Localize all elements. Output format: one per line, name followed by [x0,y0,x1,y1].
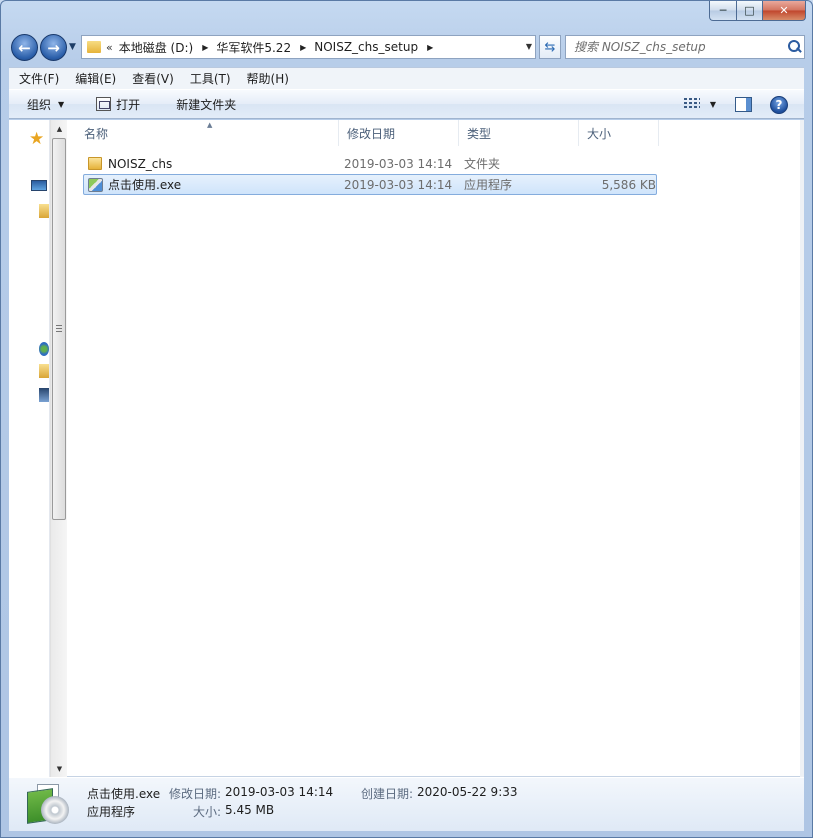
sort-up-icon: ▲ [207,121,213,129]
chevron-down-icon: ▼ [58,99,65,109]
breadcrumb-item-folder[interactable]: 华军软件5.22 [216,39,291,56]
recent-pages-dropdown[interactable]: ▼ [69,42,79,52]
column-size[interactable]: 大小 [579,120,659,146]
detail-created-value: 2020-05-22 9:33 [417,785,518,799]
command-bar: 组织 ▼ 打开 新建文件夹 ▼ ? [9,89,804,119]
breadcrumb: 本地磁盘 (D:) ▶ 华军软件5.22 ▶ NOISZ_chs_setup ▶ [119,39,442,56]
back-button[interactable]: ← [11,34,38,61]
refresh-button[interactable]: ⇆ [539,35,561,59]
grip-icon [56,325,62,332]
column-type-label: 类型 [467,126,492,141]
application-icon [88,177,103,192]
detail-modified-value: 2019-03-03 14:14 [225,785,334,799]
menu-bar: 文件(F) 编辑(E) 查看(V) 工具(T) 帮助(H) [9,67,804,89]
file-size: 5,586 KB [601,177,656,192]
detail-modified-label: 修改日期: [169,787,222,801]
file-name-cell: NOISZ_chs [84,157,344,171]
maximize-button[interactable]: □ [736,1,762,21]
navigation-pane: ★ [9,120,50,777]
folder-icon [87,41,101,53]
computer-icon[interactable] [39,388,49,402]
menu-help[interactable]: 帮助(H) [239,70,297,87]
chevron-right-icon[interactable]: ▶ [427,43,433,52]
table-row[interactable]: 点击使用.exe 2019-03-03 14:14 应用程序 5,586 KB [83,174,657,195]
search-box [565,35,805,59]
help-icon[interactable]: ? [770,96,788,114]
search-input[interactable] [566,40,784,54]
search-icon[interactable] [784,37,804,57]
installer-icon [25,782,71,828]
breadcrumb-item-current[interactable]: NOISZ_chs_setup [314,40,418,54]
open-label: 打开 [116,97,141,112]
column-name[interactable]: 名称 ▲ [77,120,339,146]
menu-tools[interactable]: 工具(T) [182,70,239,87]
file-date: 2019-03-03 14:14 [344,177,453,192]
forward-button[interactable]: → [40,34,67,61]
address-bar[interactable]: « 本地磁盘 (D:) ▶ 华军软件5.22 ▶ NOISZ_chs_setup… [81,35,536,59]
column-date[interactable]: 修改日期 [339,120,459,146]
new-folder-label: 新建文件夹 [176,97,237,112]
file-list: 名称 ▲ 修改日期 类型 大小 NOISZ_chs 2019-03-03 14:… [69,120,804,777]
folder-icon [88,157,102,170]
detail-size-label: 大小: [193,805,222,819]
column-size-label: 大小 [587,126,612,141]
file-type: 应用程序 [464,178,513,192]
file-name-cell: 点击使用.exe [84,176,344,193]
detail-size-value: 5.45 MB [225,803,275,817]
new-folder-button[interactable]: 新建文件夹 [176,92,236,116]
caption-buttons: ─ □ ✕ [709,1,806,21]
menu-file[interactable]: 文件(F) [11,70,67,87]
navpane-scrollbar[interactable]: ▲ ▼ [50,120,67,777]
desktop-icon[interactable] [31,180,47,191]
file-name: NOISZ_chs [108,156,173,171]
open-icon [96,97,112,111]
detail-created-label: 创建日期: [361,787,414,801]
favorites-star-icon[interactable]: ★ [29,131,45,148]
navigation-bar: ← → ▼ « 本地磁盘 (D:) ▶ 华军软件5.22 ▶ NOISZ_chs… [9,33,805,61]
view-dropdown-icon[interactable]: ▼ [710,100,716,109]
column-type[interactable]: 类型 [459,120,579,146]
chevron-right-icon[interactable]: ▶ [300,43,306,52]
scroll-up-icon[interactable]: ▲ [51,120,68,137]
edge-divider [800,120,804,777]
refresh-icon: ⇆ [544,39,556,55]
file-date: 2019-03-03 14:14 [344,156,453,171]
file-type: 文件夹 [464,157,501,171]
organize-button[interactable]: 组织 ▼ [27,92,64,116]
file-name: 点击使用.exe [108,178,182,192]
menu-view[interactable]: 查看(V) [124,70,182,87]
open-button[interactable]: 打开 [96,92,140,116]
arrow-right-icon: → [47,38,60,57]
scroll-down-icon[interactable]: ▼ [51,760,68,777]
arrow-left-icon: ← [18,38,31,57]
breadcrumb-item-drive[interactable]: 本地磁盘 (D:) [119,39,193,56]
library-icon[interactable] [39,204,49,218]
preview-pane-icon[interactable] [735,97,752,112]
address-dropdown-icon[interactable]: ▼ [526,42,532,51]
minimize-button[interactable]: ─ [709,1,736,21]
column-date-label: 修改日期 [347,126,396,141]
content-area: ★ ▲ ▼ 名称 ▲ 修改日期 类型 大小 NOISZ_chs 2019-03-… [9,120,804,777]
homegroup-icon[interactable] [39,342,49,356]
explorer-window: ─ □ ✕ ← → ▼ « 本地磁盘 (D:) ▶ 华军软件5.22 ▶ NOI… [0,0,813,838]
close-button[interactable]: ✕ [762,1,806,21]
organize-label: 组织 [27,97,52,112]
scrollbar-thumb[interactable] [52,138,66,520]
table-row[interactable]: NOISZ_chs 2019-03-03 14:14 文件夹 [83,153,657,174]
folder-icon[interactable] [39,364,49,378]
chevron-right-icon[interactable]: ▶ [202,43,208,52]
view-options-icon[interactable] [684,98,700,111]
details-pane: 点击使用.exe 应用程序 修改日期: 2019-03-03 14:14 大小:… [9,777,804,831]
chevron-down-icon: ▼ [69,42,76,52]
menu-edit[interactable]: 编辑(E) [67,70,124,87]
detail-file-type: 应用程序 [87,805,136,819]
breadcrumb-overflow[interactable]: « [106,41,113,54]
column-header: 名称 ▲ 修改日期 类型 大小 [77,120,659,146]
column-name-label: 名称 [84,126,109,141]
detail-file-name: 点击使用.exe [87,787,161,801]
